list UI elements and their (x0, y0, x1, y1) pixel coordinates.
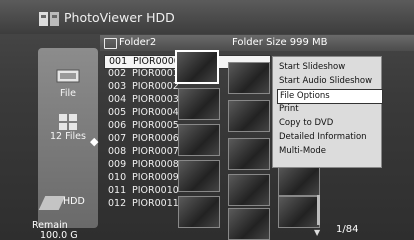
files-count: 12 Files (50, 131, 86, 142)
photo-thumbnail[interactable] (178, 196, 220, 228)
photo-thumbnail[interactable] (278, 196, 320, 228)
app-title: PhotoViewer HDD (64, 10, 175, 25)
remain-value: 100.0 G (40, 230, 78, 240)
photo-thumbnail[interactable] (175, 50, 219, 84)
hdd-label: HDD (63, 196, 85, 207)
menu-item-print[interactable]: Print (277, 103, 381, 116)
left-arrow-icon[interactable]: ◆ (90, 135, 98, 148)
photo-thumbnail[interactable] (178, 160, 220, 192)
menu-item-multi-mode[interactable]: Multi-Mode (277, 145, 381, 158)
photo-thumbnail[interactable] (178, 124, 220, 156)
scroll-down-icon[interactable]: ▼ (314, 228, 320, 237)
scrollbar[interactable] (317, 195, 320, 225)
file-icon (56, 69, 80, 83)
photo-thumbnail[interactable] (228, 138, 270, 170)
photo-thumbnail[interactable] (278, 164, 320, 196)
photo-thumbnail[interactable] (228, 174, 270, 206)
photo-thumbnail[interactable] (178, 88, 220, 120)
file-label: File (60, 88, 76, 99)
folder-name: Folder2 (119, 37, 157, 48)
menu-item-copy-to-dvd[interactable]: Copy to DVD (277, 117, 381, 130)
photo-viewer-icon (39, 12, 59, 26)
photo-thumbnail[interactable] (228, 100, 270, 132)
menu-item-file-options[interactable]: File Options (277, 89, 383, 104)
menu-item-start-slideshow[interactable]: Start Slideshow (277, 61, 381, 74)
photo-thumbnail[interactable] (228, 208, 270, 240)
files-grid-icon (59, 114, 77, 130)
photo-thumbnail[interactable] (228, 62, 270, 94)
menu-item-start-audio-slideshow[interactable]: Start Audio Slideshow (277, 75, 381, 88)
page-counter: 1/84 (336, 224, 359, 235)
photo-viewer-screen: PhotoViewer HDD Folder2 Folder Size 999 … (0, 0, 414, 240)
menu-item-detailed-information[interactable]: Detailed Information (277, 131, 381, 144)
options-menu: Start Slideshow Start Audio Slideshow Fi… (272, 56, 383, 168)
folder-size: Folder Size 999 MB (232, 37, 328, 48)
folder-icon (104, 38, 117, 49)
title-bar: PhotoViewer HDD (0, 0, 414, 34)
